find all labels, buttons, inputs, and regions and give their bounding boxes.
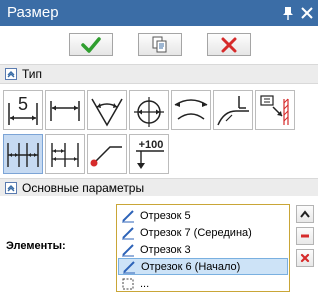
- section-type-label: Тип: [22, 67, 43, 81]
- angular-dimension-icon: [91, 98, 123, 127]
- section-main-params-label: Основные параметры: [22, 181, 145, 195]
- list-item[interactable]: Отрезок 5: [118, 207, 288, 224]
- title-bar: Размер: [0, 0, 318, 26]
- arc-length-dimension-button[interactable]: [171, 90, 211, 130]
- baseline-dimension-button[interactable]: [45, 134, 85, 174]
- window-title: Размер: [7, 4, 59, 21]
- angular-dimension-button[interactable]: [87, 90, 127, 130]
- cancel-icon: [221, 37, 237, 52]
- close-icon[interactable]: [299, 5, 315, 21]
- svg-text:+100: +100: [139, 139, 164, 151]
- list-item[interactable]: Отрезок 7 (Середина): [118, 224, 288, 241]
- elements-label: Элементы:: [6, 240, 66, 252]
- hatch-dimension-button[interactable]: [255, 90, 295, 130]
- radial-dimension-icon: [134, 97, 164, 127]
- empty-box-icon: [120, 276, 136, 292]
- main-parameters-panel: Элементы: Отрезок 5 Отрезок 7 (Середина)…: [0, 196, 318, 298]
- collapse-icon[interactable]: [5, 68, 17, 80]
- segment-icon: [120, 208, 136, 224]
- pin-icon[interactable]: [280, 5, 296, 21]
- level-dimension-icon: +100: [136, 139, 164, 169]
- remove-button[interactable]: [296, 227, 314, 245]
- list-item-selected[interactable]: Отрезок 6 (Начало): [118, 258, 288, 275]
- check-icon: [81, 36, 101, 53]
- move-up-button[interactable]: [296, 205, 314, 223]
- ok-button[interactable]: [69, 33, 113, 56]
- baseline-dimension-icon: [51, 143, 79, 167]
- chain-dimension-icon: [7, 143, 39, 167]
- list-item-label: Отрезок 3: [140, 243, 191, 256]
- cancel-button[interactable]: [207, 33, 251, 56]
- segment-icon: [120, 242, 136, 258]
- point-dimension-button[interactable]: [87, 134, 127, 174]
- segment-icon: [121, 259, 137, 275]
- arc-length-dimension-icon: [174, 99, 208, 120]
- section-type-header[interactable]: Тип: [0, 64, 318, 84]
- chain-dimension-button[interactable]: [3, 134, 43, 174]
- action-bar: [0, 26, 318, 64]
- dimension-type-grid: 5 +100: [0, 86, 318, 178]
- list-item[interactable]: Отрезок 3: [118, 241, 288, 258]
- list-item[interactable]: ...: [118, 275, 288, 292]
- linear-dimension-button[interactable]: 5: [3, 90, 43, 130]
- linear-dimension-icon: 5: [8, 94, 38, 125]
- list-item-label: ...: [140, 277, 150, 290]
- delete-icon: [300, 253, 310, 263]
- collapse-icon[interactable]: [5, 182, 17, 194]
- leader-dimension-icon: [217, 96, 249, 126]
- chevron-up-icon: [300, 210, 310, 218]
- level-dimension-button[interactable]: +100: [129, 134, 169, 174]
- copy-properties-icon: [152, 36, 167, 52]
- list-item-label: Отрезок 7 (Середина): [140, 226, 252, 239]
- minus-icon: [301, 234, 309, 238]
- radial-dimension-button[interactable]: [129, 90, 169, 130]
- list-item-label: Отрезок 5: [140, 209, 191, 222]
- section-main-params-header[interactable]: Основные параметры: [0, 178, 318, 198]
- segment-icon: [120, 225, 136, 241]
- svg-text:5: 5: [18, 94, 28, 114]
- dimension-line-button[interactable]: [45, 90, 85, 130]
- leader-dimension-button[interactable]: [213, 90, 253, 130]
- hatch-dimension-icon: [260, 95, 289, 125]
- elements-list[interactable]: Отрезок 5 Отрезок 7 (Середина) Отрезок 3…: [116, 204, 290, 292]
- copy-properties-button[interactable]: [138, 33, 182, 56]
- point-dimension-icon: [90, 146, 122, 167]
- dimension-line-icon: [50, 101, 80, 121]
- list-item-label: Отрезок 6 (Начало): [141, 260, 241, 273]
- clear-button[interactable]: [296, 249, 314, 267]
